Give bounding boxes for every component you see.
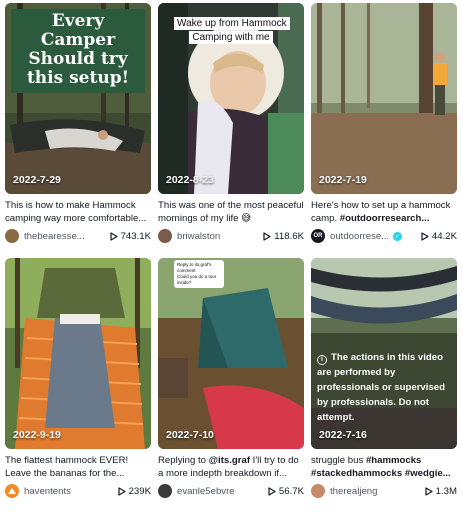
video-date: 2022-7-16 (319, 429, 367, 441)
video-description[interactable]: Here's how to set up a hammock camp. #ou… (311, 199, 457, 225)
video-date: 2022-7-19 (319, 174, 367, 186)
video-meta: OR outdoorrese... ✓ 44.2K (311, 228, 457, 244)
video-grid: Every Camper Should try this setup! 2022… (5, 3, 457, 503)
hashtag[interactable]: #outdoorresearch... (340, 213, 430, 224)
video-date: 2022-9-19 (13, 429, 61, 441)
video-description[interactable]: This was one of the most peaceful mornin… (158, 199, 304, 225)
view-count: 56.7K (268, 486, 304, 497)
video-card[interactable]: Wake up from Hammock Camping with me 202… (158, 3, 304, 248)
video-card[interactable]: 2022-9-19 The flattest hammock EVER! Lea… (5, 258, 151, 503)
mention-link[interactable]: @its.graf (209, 455, 250, 466)
view-count-value: 1.3M (435, 485, 457, 497)
video-thumbnail[interactable]: Wake up from Hammock Camping with me 202… (158, 3, 304, 194)
play-outline-icon (268, 486, 276, 496)
video-card[interactable]: Every Camper Should try this setup! 2022… (5, 3, 151, 248)
video-thumbnail[interactable]: Every Camper Should try this setup! 2022… (5, 3, 151, 194)
video-date: 2022-7-10 (166, 429, 214, 441)
view-count-value: 118.6K (274, 230, 304, 242)
video-thumbnail[interactable]: i The actions in this video are performed… (311, 258, 457, 449)
avatar[interactable] (311, 484, 325, 498)
overlay-title: Every Camper Should try this setup! (11, 9, 145, 93)
video-date: 2022-8-23 (166, 174, 214, 186)
video-card[interactable]: i The actions in this video are performed… (311, 258, 457, 503)
video-date: 2022-7-29 (13, 174, 61, 186)
thumbnail-image (5, 258, 151, 449)
view-count: 743.1K (109, 230, 151, 242)
video-meta: evanle5ebvre 56.7K (158, 483, 304, 499)
author-name[interactable]: evanle5ebvre (177, 486, 243, 497)
view-count-value: 44.2K (431, 230, 457, 242)
view-count-value: 239K (128, 485, 151, 497)
video-description[interactable]: The flattest hammock EVER! Leave the ban… (5, 454, 151, 480)
author-name[interactable]: outdoorrese... (330, 231, 390, 242)
play-outline-icon (117, 486, 126, 496)
author-name[interactable]: briwalston (177, 231, 243, 242)
view-count: 1.3M (425, 486, 457, 497)
play-outline-icon (263, 231, 271, 241)
video-thumbnail[interactable]: 2022-7-19 (311, 3, 457, 194)
tent-logo-icon (8, 488, 16, 494)
video-description[interactable]: Replying to @its.graf I'll try to do a m… (158, 454, 304, 480)
view-count-value: 743.1K (120, 230, 151, 242)
author-name[interactable]: thebearesse... (24, 231, 90, 242)
check-badge-icon: ✓ (393, 231, 402, 241)
avatar[interactable]: OR (311, 229, 325, 243)
view-count: 118.6K (263, 231, 304, 242)
video-meta: therealjeng 1.3M (311, 483, 457, 499)
author-name[interactable]: therealjeng (330, 486, 396, 497)
video-card[interactable]: 2022-7-19 Here's how to set up a hammock… (311, 3, 457, 248)
avatar[interactable] (5, 229, 19, 243)
play-outline-icon (109, 231, 118, 241)
video-description[interactable]: This is how to make Hammock camping way … (5, 199, 151, 225)
overlay-caption: Wake up from Hammock Camping with me (174, 17, 290, 45)
video-thumbnail[interactable]: 2022-9-19 (5, 258, 151, 449)
video-meta: haventents 239K (5, 483, 151, 499)
view-count: 239K (117, 485, 151, 497)
avatar[interactable] (158, 484, 172, 498)
author-name[interactable]: haventents (24, 486, 90, 497)
view-count: 44.2K (421, 231, 457, 242)
video-card[interactable]: Reply to its.graf's comment Could you do… (158, 258, 304, 503)
info-icon: i (317, 355, 327, 365)
avatar[interactable] (5, 484, 19, 498)
avatar[interactable] (158, 229, 172, 243)
video-thumbnail[interactable]: Reply to its.graf's comment Could you do… (158, 258, 304, 449)
thumbnail-image (311, 3, 457, 194)
content-warning: i The actions in this video are performed… (317, 352, 445, 423)
video-meta: thebearesse... 743.1K (5, 228, 151, 244)
video-description[interactable]: struggle bus #hammocks #stackedhammocks … (311, 454, 457, 480)
play-outline-icon (421, 231, 429, 241)
video-meta: briwalston 118.6K (158, 228, 304, 244)
play-outline-icon (425, 486, 433, 496)
view-count-value: 56.7K (278, 485, 304, 497)
reply-comment-bubble: Reply to its.graf's comment Could you do… (174, 260, 224, 288)
